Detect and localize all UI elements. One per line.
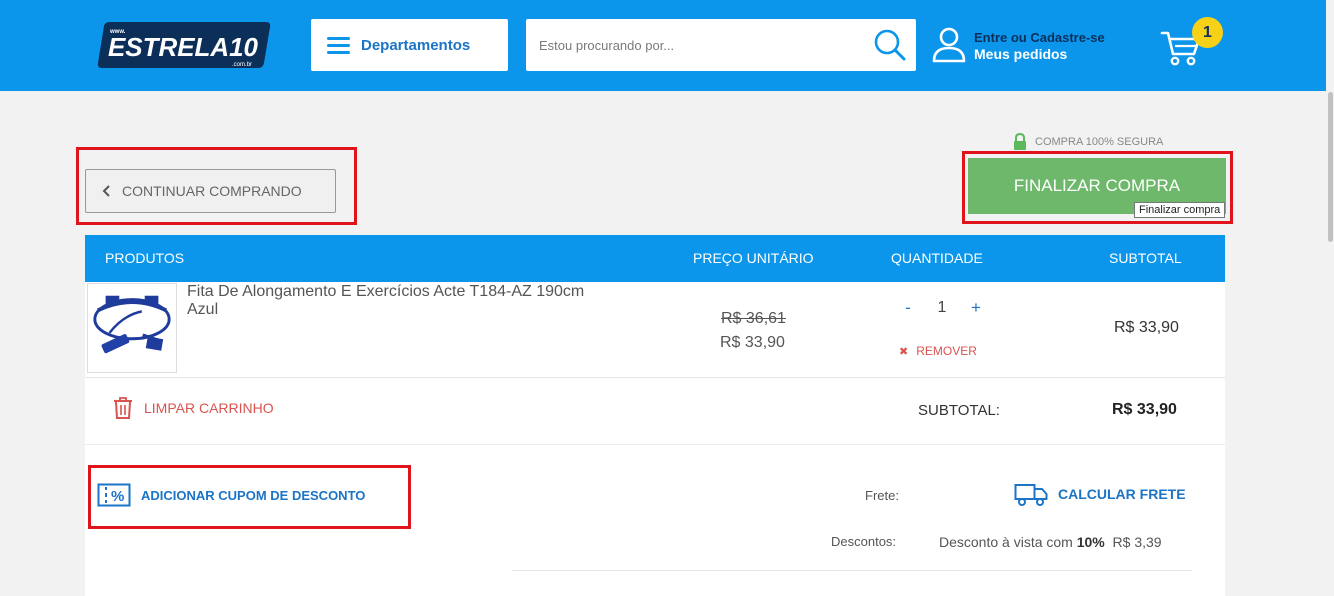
- departments-label: Departamentos: [361, 36, 471, 54]
- secure-purchase-badge: COMPRA 100% SEGURA: [1013, 133, 1163, 151]
- departments-button[interactable]: Departamentos: [311, 19, 508, 71]
- calculate-shipping-button[interactable]: CALCULAR FRETE: [1014, 481, 1186, 507]
- discount-percent: 10%: [1076, 534, 1105, 550]
- subtotal-label: SUBTOTAL:: [918, 402, 1000, 419]
- discount-description: Desconto à vista com 10% R$ 3,39: [939, 534, 1162, 550]
- remove-item-label: REMOVER: [916, 344, 977, 358]
- account-link[interactable]: Entre ou Cadastre-se Meus pedidos: [932, 27, 1132, 67]
- user-icon: [932, 27, 966, 63]
- shipping-label: Frete:: [865, 488, 899, 503]
- discount-value: R$ 3,39: [1112, 534, 1162, 550]
- item-subtotal: R$ 33,90: [1114, 319, 1179, 336]
- quantity-input[interactable]: [918, 299, 966, 317]
- cart-table-header: PRODUTOS PREÇO UNITÁRIO QUANTIDADE SUBTO…: [85, 235, 1225, 282]
- increase-quantity-button[interactable]: +: [966, 298, 986, 318]
- scrollbar-thumb[interactable]: [1328, 92, 1333, 242]
- decrease-quantity-button[interactable]: -: [898, 298, 918, 318]
- logo-tld: .com.br: [232, 62, 252, 68]
- calculate-shipping-label: CALCULAR FRETE: [1058, 486, 1186, 502]
- my-orders-text: Meus pedidos: [974, 46, 1068, 62]
- discount-text: Desconto à vista com: [939, 534, 1073, 550]
- clear-cart-label: LIMPAR CARRINHO: [144, 400, 274, 416]
- search-icon[interactable]: [873, 28, 907, 62]
- menu-icon: [327, 36, 350, 54]
- cart-button[interactable]: 1: [1160, 15, 1226, 71]
- secure-purchase-label: COMPRA 100% SEGURA: [1035, 136, 1164, 148]
- trash-icon: [114, 397, 132, 419]
- logo-text: ESTRELA10: [108, 32, 259, 62]
- lock-icon: [1014, 133, 1026, 150]
- quantity-stepper: - +: [898, 298, 986, 318]
- scrollbar[interactable]: [1326, 0, 1334, 596]
- search-input[interactable]: [526, 19, 866, 71]
- table-row: Fita De Alongamento E Exercícios Acte T1…: [85, 282, 1225, 378]
- product-price: R$ 33,90: [720, 334, 785, 351]
- continue-shopping-label: CONTINUAR COMPRANDO: [122, 183, 302, 199]
- add-coupon-button[interactable]: % ADICIONAR CUPOM DE DESCONTO: [97, 483, 365, 507]
- clear-cart-button[interactable]: LIMPAR CARRINHO: [112, 396, 274, 420]
- header-quantity: QUANTIDADE: [891, 250, 983, 266]
- discounts-label: Descontos:: [831, 534, 897, 549]
- truck-icon: [1014, 484, 1048, 506]
- close-icon: ✖: [899, 345, 909, 358]
- cart-totals-row: LIMPAR CARRINHO SUBTOTAL: R$ 33,90: [85, 379, 1225, 445]
- header-unit-price: PREÇO UNITÁRIO: [693, 250, 814, 266]
- remove-item-button[interactable]: ✖ REMOVER: [899, 344, 977, 358]
- divider: [512, 570, 1192, 571]
- search-bar: [526, 19, 916, 71]
- estrela10-logo[interactable]: www. ESTRELA10 .com.br: [96, 20, 272, 70]
- product-old-price: R$ 36,61: [721, 310, 786, 327]
- subtotal-value: R$ 33,90: [1112, 401, 1177, 418]
- product-name[interactable]: Fita De Alongamento E Exercícios Acte T1…: [187, 283, 587, 319]
- svg-text:%: %: [111, 488, 124, 505]
- header-products: PRODUTOS: [105, 250, 185, 266]
- discount-coupon-icon: %: [97, 483, 131, 507]
- cart-count-badge: 1: [1192, 17, 1223, 48]
- header-subtotal: SUBTOTAL: [1109, 250, 1182, 266]
- cart-card: PRODUTOS PREÇO UNITÁRIO QUANTIDADE SUBTO…: [85, 235, 1225, 596]
- add-coupon-label: ADICIONAR CUPOM DE DESCONTO: [141, 487, 366, 503]
- continue-shopping-button[interactable]: CONTINUAR COMPRANDO: [85, 169, 336, 213]
- product-image[interactable]: [87, 283, 177, 373]
- account-login-text: Entre ou Cadastre-se: [974, 30, 1105, 45]
- finalize-purchase-label: FINALIZAR COMPRA: [1013, 176, 1181, 195]
- site-header: www. ESTRELA10 .com.br Departamentos Ent…: [0, 0, 1334, 91]
- chevron-left-icon: [102, 185, 110, 197]
- finalize-tooltip: Finalizar compra: [1134, 202, 1226, 218]
